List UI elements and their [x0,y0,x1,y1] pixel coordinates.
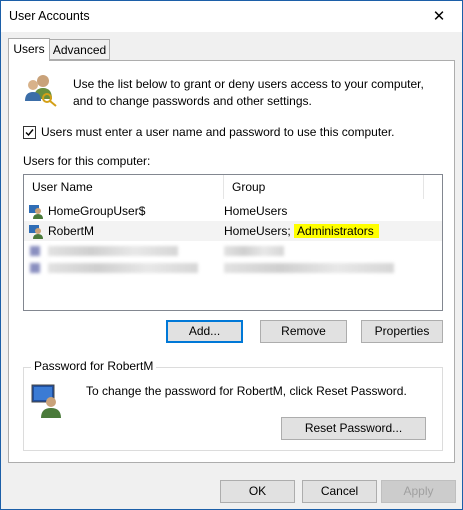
window-title: User Accounts [9,9,90,23]
row-group-highlighted: Administrators [294,224,379,238]
users-keys-icon [23,73,59,110]
ok-button[interactable]: OK [220,480,295,503]
require-login-label[interactable]: Users must enter a user name and passwor… [41,125,395,139]
user-monitor-icon [31,384,63,421]
tab-users[interactable]: Users [8,38,50,61]
list-row-homegroupuser[interactable]: HomeGroupUser$ HomeUsers [24,201,442,221]
properties-button[interactable]: Properties [361,320,443,343]
tab-advanced[interactable]: Advanced [49,39,110,60]
reset-password-button-label: Reset Password... [304,421,403,435]
redacted-icon [30,263,40,273]
remove-button[interactable]: Remove [260,320,347,343]
add-button[interactable]: Add... [166,320,243,343]
column-group[interactable]: Group [224,175,424,199]
user-accounts-window: User Accounts ✕ Users Advanced Use the l… [0,0,463,510]
info-text: Use the list below to grant or deny user… [73,77,424,108]
remove-button-label: Remove [281,324,326,338]
redacted-icon [30,246,40,256]
row-user-name: RobertM [48,224,95,238]
apply-button[interactable]: Apply [381,480,456,503]
title-bar: User Accounts ✕ [1,1,462,32]
password-group-title: Password for RobertM [31,359,157,373]
cancel-button[interactable]: Cancel [302,480,377,503]
properties-button-label: Properties [374,324,430,338]
user-icon [28,203,44,223]
reset-password-button[interactable]: Reset Password... [281,417,426,440]
users-tab-panel: Use the list below to grant or deny user… [8,60,455,463]
redacted-group [224,246,284,256]
redacted-group [224,263,394,273]
redacted-name [48,246,178,256]
password-help-text: To change the password for RobertM, clic… [86,384,407,398]
apply-button-label: Apply [403,484,434,498]
users-list[interactable]: User Name Group HomeGroupUser$ HomeUsers [23,174,443,311]
column-group-label: Group [232,180,266,194]
row-group: HomeUsers; Administrators [224,221,379,241]
users-list-label: Users for this computer: [23,154,151,168]
list-row-redacted[interactable] [24,241,442,261]
list-header: User Name Group [24,175,442,199]
column-user-name[interactable]: User Name [24,175,224,199]
tab-advanced-label: Advanced [52,43,107,57]
redacted-name [48,263,198,273]
tab-users-label: Users [13,42,45,56]
row-group: HomeUsers [224,204,288,218]
close-button[interactable]: ✕ [416,1,462,32]
row-group-primary: HomeUsers; [224,224,291,238]
list-row-robertm[interactable]: RobertM HomeUsers; Administrators [24,221,442,241]
ok-button-label: OK [248,484,267,498]
column-user-name-label: User Name [32,180,93,194]
add-button-label: Add... [188,324,221,338]
require-login-checkbox[interactable] [23,126,36,139]
cancel-button-label: Cancel [320,484,359,498]
checkmark-icon [25,129,34,137]
row-user-name: HomeGroupUser$ [48,204,146,218]
list-row-redacted[interactable] [24,259,442,279]
user-icon [28,223,44,243]
